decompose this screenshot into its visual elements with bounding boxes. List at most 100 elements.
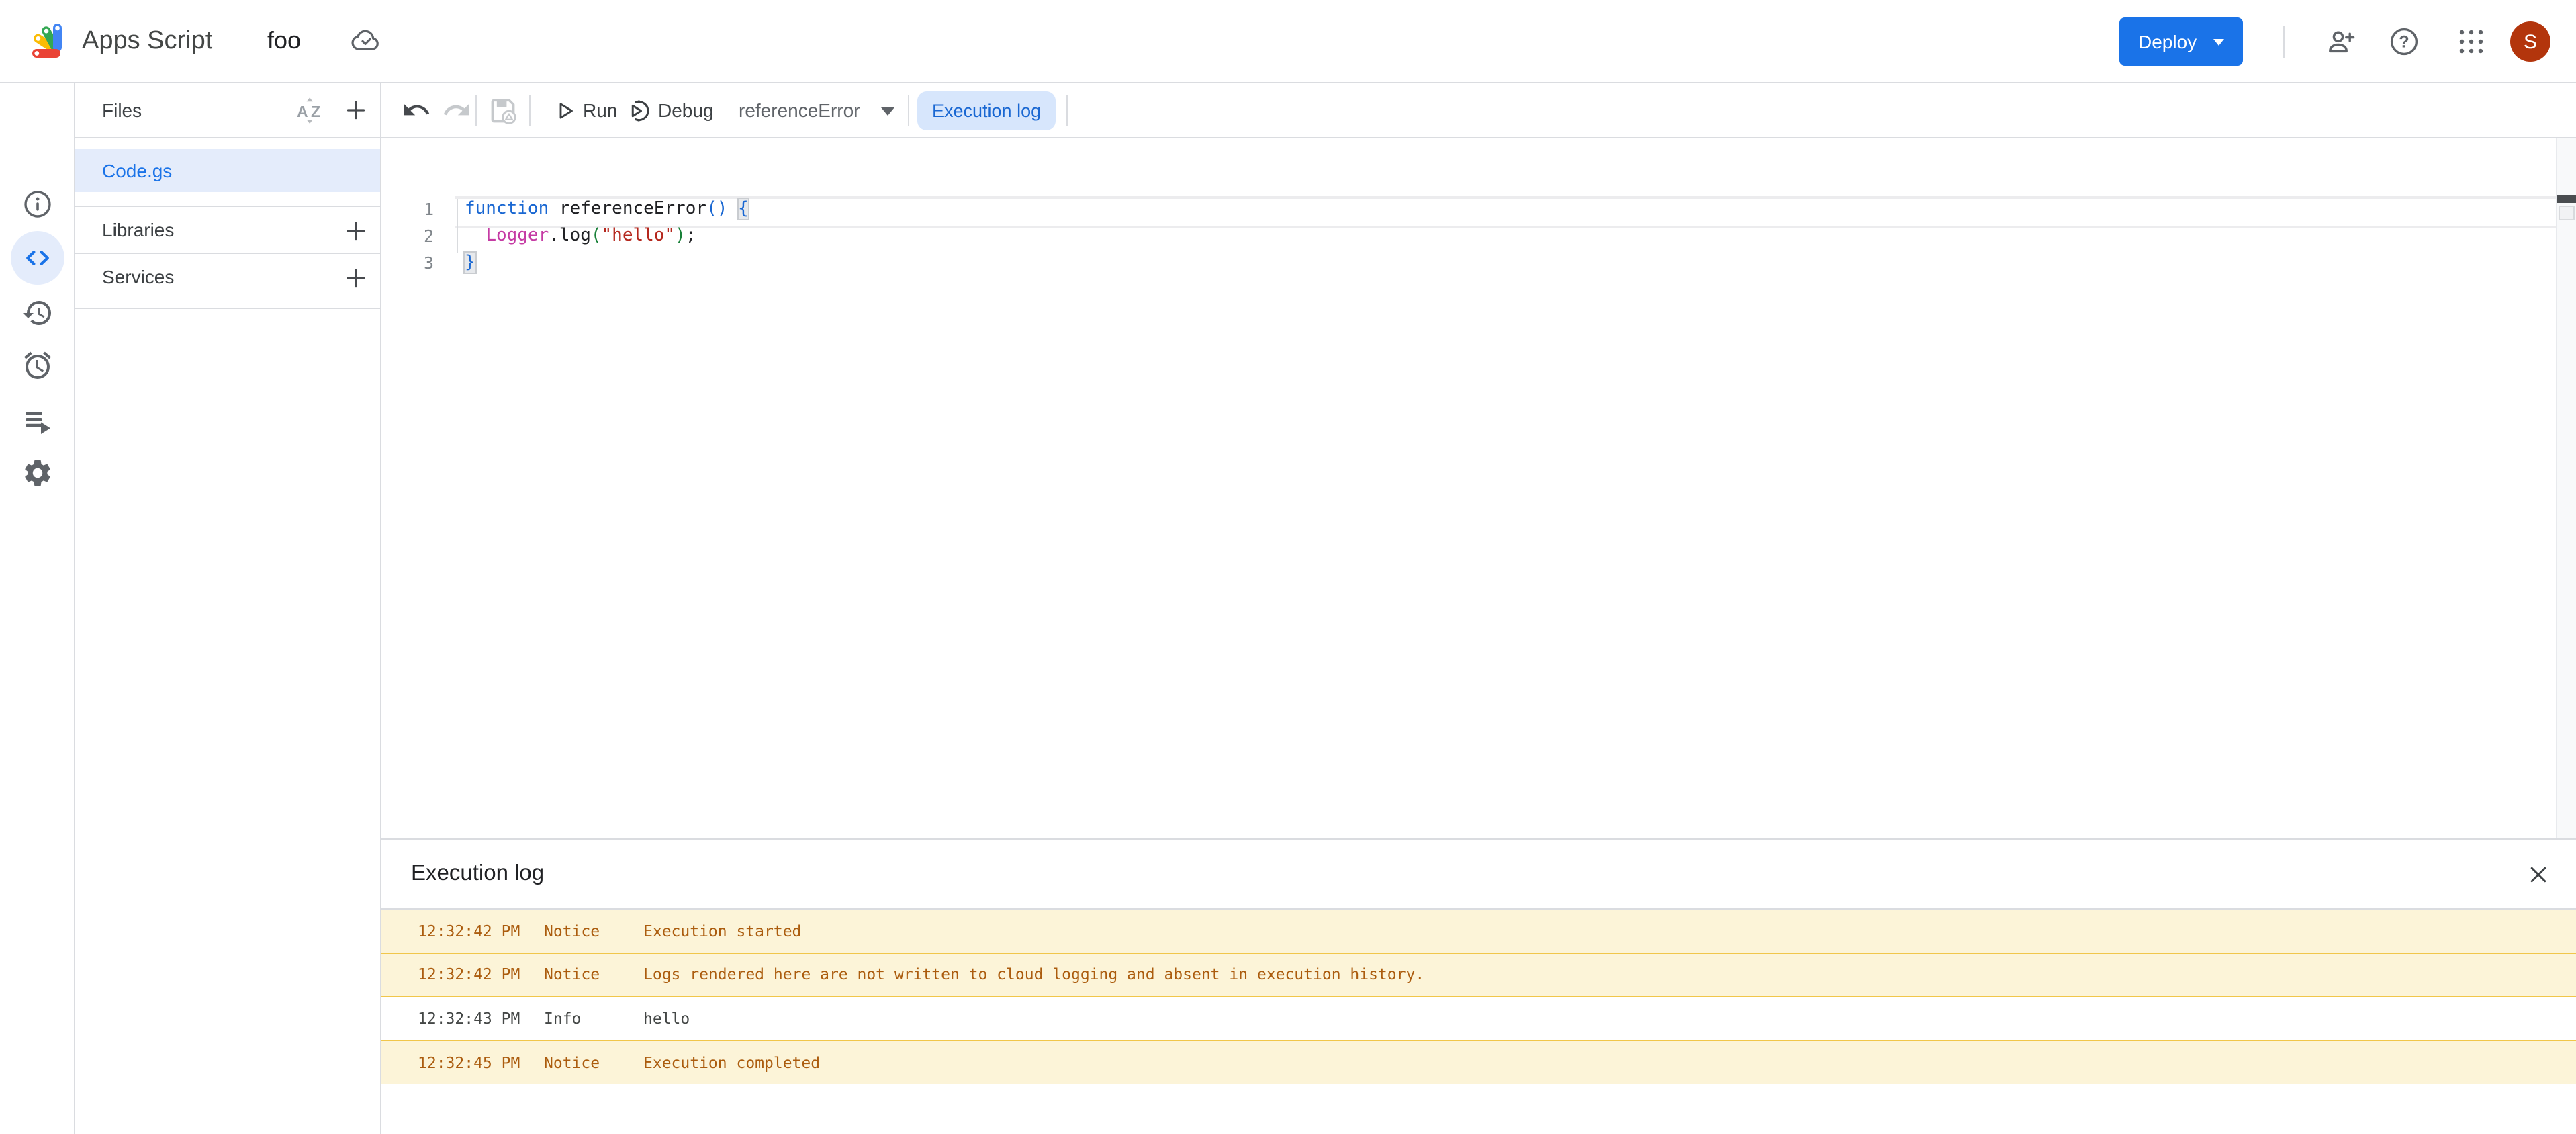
execution-log-toggle-label: Execution log (932, 101, 1041, 121)
log-message: Execution completed (643, 1041, 2555, 1084)
execution-log-rows: 12:32:42 PMNoticeExecution started12:32:… (381, 910, 2576, 1084)
add-file-button[interactable] (344, 98, 368, 122)
executions-icon (21, 404, 54, 437)
cloud-saved-icon (351, 26, 381, 56)
log-message: Execution started (643, 910, 2555, 952)
log-timestamp: 12:32:42 PM (418, 910, 520, 952)
run-play-icon (552, 98, 578, 124)
function-selector-caret-icon[interactable] (881, 107, 894, 116)
project-name[interactable]: foo (267, 0, 301, 82)
overview-ruler-scrollbar[interactable] (2556, 138, 2576, 838)
panel-divider (75, 206, 380, 207)
add-service-button[interactable] (344, 266, 368, 290)
log-timestamp: 12:32:42 PM (418, 953, 520, 996)
debug-icon (625, 97, 653, 125)
undo-button[interactable] (402, 95, 431, 125)
code-icon (21, 242, 54, 274)
line-number: 3 (381, 250, 434, 277)
file-item-label: Code.gs (102, 149, 172, 192)
svg-text:A: A (297, 103, 308, 120)
code-line: 3} (381, 250, 2557, 277)
deploy-caret-icon (2213, 38, 2223, 45)
execution-log-panel: Execution log 12:32:42 PM Notice Execution… (381, 838, 2576, 1134)
save-icon (486, 94, 520, 128)
code-line-text: } (465, 250, 475, 277)
file-item-code-gs[interactable]: Code.gs (75, 149, 380, 192)
log-row-notice: 12:32:45 PM Notice Execution completed (381, 1041, 2576, 1084)
sidebar-item-settings[interactable] (21, 457, 54, 489)
services-section[interactable]: Services (75, 254, 380, 300)
gear-icon (21, 457, 54, 489)
sidebar-item-overview[interactable] (21, 188, 54, 220)
overview-ruler-cursor-marker (2557, 195, 2576, 203)
overview-ruler-selection-marker (2559, 206, 2575, 220)
close-icon[interactable] (2526, 863, 2550, 887)
avatar-letter: S (2524, 30, 2537, 53)
deploy-label: Deploy (2138, 31, 2197, 52)
code-line: 2 Logger.log("hello"); (381, 223, 2557, 250)
add-library-button[interactable] (344, 219, 368, 243)
help-icon[interactable]: ? (2388, 26, 2420, 58)
redo-button[interactable] (442, 95, 471, 125)
libraries-label: Libraries (102, 208, 174, 253)
libraries-section[interactable]: Libraries (75, 208, 380, 253)
panel-divider (75, 308, 380, 309)
topbar-divider (2283, 26, 2285, 58)
sidebar-item-triggers[interactable] (21, 349, 54, 382)
toolbar-divider (529, 95, 531, 126)
top-app-bar: Apps Script foo Deploy ? (0, 0, 2576, 83)
code-line: 1function referenceError() { (381, 196, 2557, 223)
alarm-icon (21, 349, 54, 382)
log-timestamp: 12:32:45 PM (418, 1041, 520, 1084)
save-button[interactable] (486, 94, 520, 128)
google-apps-grid-icon[interactable] (2455, 26, 2487, 58)
log-level: Notice (544, 953, 600, 996)
code-editor[interactable]: 1function referenceError() {2 Logger.log… (381, 138, 2576, 838)
logo-red-bar (32, 49, 60, 58)
files-panel: Files A Z Code.gs Libraries (75, 83, 381, 1134)
account-avatar[interactable]: S (2510, 21, 2550, 62)
sort-az-icon[interactable]: A Z (295, 97, 325, 125)
log-row-notice: 12:32:42 PM Notice Execution started (381, 910, 2576, 953)
run-button[interactable] (552, 98, 578, 124)
log-message: Logs rendered here are not written to cl… (643, 953, 2555, 996)
debug-label[interactable]: Debug (658, 83, 714, 138)
log-timestamp: 12:32:43 PM (418, 997, 520, 1039)
line-number: 1 (381, 196, 434, 223)
logo-blue-bar (53, 24, 62, 52)
history-icon (21, 297, 54, 329)
undo-icon (402, 95, 431, 125)
code-line-text: Logger.log("hello"); (465, 223, 696, 250)
line-number: 2 (381, 223, 434, 250)
svg-text:Z: Z (311, 103, 320, 120)
execution-log-header: Execution log (381, 840, 2576, 910)
redo-icon (442, 95, 471, 125)
log-level: Notice (544, 1041, 600, 1084)
toolbar-divider (1066, 95, 1068, 126)
execution-log-title: Execution log (411, 840, 544, 908)
function-selector[interactable]: referenceError (739, 83, 860, 138)
run-label[interactable]: Run (583, 83, 617, 138)
editor-toolbar: Run Debug referenceError Execution log (381, 83, 2576, 138)
sidebar-item-executions[interactable] (21, 404, 54, 437)
toolbar-divider (475, 95, 477, 126)
brand-title: Apps Script (82, 0, 212, 82)
debug-button[interactable] (625, 97, 653, 125)
svg-text:?: ? (2399, 33, 2409, 52)
sidebar-item-project-history[interactable] (21, 297, 54, 329)
apps-script-window: Apps Script foo Deploy ? (0, 0, 2576, 1134)
left-nav-rail (0, 83, 75, 1134)
share-add-user-icon[interactable] (2325, 26, 2357, 58)
log-level: Info (544, 997, 581, 1039)
toolbar-divider (908, 95, 909, 126)
execution-log-toggle[interactable]: Execution log (917, 91, 1056, 130)
log-row-notice: 12:32:42 PM Notice Logs rendered here are … (381, 953, 2576, 997)
log-level: Notice (544, 910, 600, 952)
apps-script-logo-icon (28, 19, 71, 62)
sidebar-item-editor[interactable] (21, 242, 54, 274)
deploy-button[interactable]: Deploy (2119, 17, 2242, 66)
log-message: hello (643, 997, 2555, 1039)
files-panel-header: Files A Z (75, 83, 380, 138)
services-label: Services (102, 254, 174, 300)
files-title: Files (102, 83, 142, 137)
